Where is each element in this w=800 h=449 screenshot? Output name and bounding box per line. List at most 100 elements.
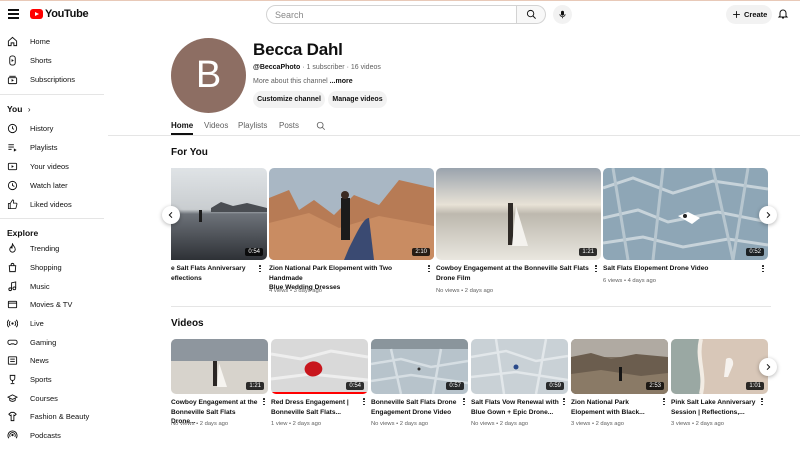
section-title-for-you: For You — [171, 147, 208, 158]
video-meta: No views • 2 days ago — [436, 288, 494, 294]
sidebar-item-live[interactable]: Live — [0, 314, 104, 332]
more-options-icon[interactable] — [662, 398, 666, 407]
shorts-icon — [9, 55, 16, 66]
channel-avatar[interactable]: B — [171, 38, 246, 113]
video-thumbnail[interactable]: 0:54 — [171, 168, 267, 260]
create-button[interactable]: Create — [726, 5, 772, 24]
video-thumbnail[interactable]: 0:54 — [271, 339, 368, 394]
sidebar-item-liked-videos[interactable]: Liked videos — [0, 195, 104, 213]
video-title[interactable]: Pink Salt Lake Anniversary Session | Refl… — [671, 398, 759, 417]
sidebar-label: Playlists — [30, 143, 58, 152]
search-button[interactable] — [517, 5, 546, 24]
video-title[interactable]: e Salt Flats Anniversary eflections — [171, 264, 257, 283]
courses-icon — [7, 394, 18, 402]
chevron-right-icon — [766, 363, 771, 371]
video-thumbnail[interactable]: 0:59 — [471, 339, 568, 394]
more-options-icon[interactable] — [362, 398, 366, 407]
more-options-icon[interactable] — [258, 265, 262, 274]
channel-about[interactable]: More about this channel ...more — [253, 78, 353, 85]
more-options-icon[interactable] — [761, 265, 765, 274]
voice-search-button[interactable] — [553, 5, 572, 24]
sidebar-label: Courses — [30, 394, 58, 403]
sidebar-item-subscriptions[interactable]: Subscriptions — [0, 70, 104, 88]
video-title[interactable]: Zion National Park Elopement with Black..… — [571, 398, 659, 417]
video-title[interactable]: Bonneville Salt Flats Drone Engagement Dr… — [371, 398, 459, 417]
more-options-icon[interactable] — [562, 398, 566, 407]
more-options-icon[interactable] — [427, 265, 431, 274]
sidebar-item-your-videos[interactable]: Your videos — [0, 157, 104, 175]
video-meta: 3 views • 2 days ago — [671, 421, 724, 427]
search-input[interactable]: Search — [266, 5, 517, 24]
menu-icon[interactable] — [8, 9, 19, 19]
sidebar-item-podcasts[interactable]: Podcasts — [0, 426, 104, 444]
sidebar-item-movies-tv[interactable]: Movies & TV — [0, 295, 104, 313]
notifications-button[interactable] — [777, 7, 789, 25]
more-options-icon[interactable] — [262, 398, 266, 407]
sidebar-item-shopping[interactable]: Shopping — [0, 258, 104, 276]
video-thumbnail[interactable]: 1:21 — [436, 168, 601, 260]
thumbnail-image — [603, 168, 768, 260]
channel-meta: @BeccaPhoto · 1 subscriber · 16 videos — [253, 64, 381, 71]
sidebar-item-watch-later[interactable]: Watch later — [0, 176, 104, 194]
sidebar-item-news[interactable]: News — [0, 351, 104, 369]
tab-videos[interactable]: Videos — [204, 121, 228, 130]
tab-home[interactable]: Home — [171, 121, 193, 130]
video-title-line: Salt Flats Vow Renewal with — [471, 399, 559, 406]
video-thumbnail[interactable]: 0:52 — [603, 168, 768, 260]
carousel-next-button[interactable] — [759, 358, 777, 376]
customize-channel-button[interactable]: Customize channel — [253, 91, 325, 108]
video-title-line: Red Dress Engagement | — [271, 399, 349, 406]
chevron-right-icon — [766, 211, 771, 219]
about-more-link[interactable]: ...more — [330, 78, 353, 85]
sidebar-item-trending[interactable]: Trending — [0, 239, 104, 257]
video-title[interactable]: Red Dress Engagement | Bonneville Salt Fl… — [271, 398, 359, 417]
shopping-icon — [8, 262, 17, 273]
video-duration: 0:54 — [245, 248, 263, 256]
video-thumbnail[interactable]: 1:01 — [671, 339, 768, 394]
video-thumbnail[interactable]: 2:53 — [571, 339, 668, 394]
sidebar-item-history[interactable]: History — [0, 119, 104, 137]
sidebar-label: News — [30, 356, 49, 365]
trending-icon — [9, 243, 16, 253]
history-icon — [7, 123, 18, 134]
video-title[interactable]: Salt Flats Vow Renewal with Blue Gown + E… — [471, 398, 559, 417]
sidebar-item-gaming[interactable]: Gaming — [0, 333, 104, 351]
search-icon[interactable] — [316, 121, 326, 131]
video-title-line: Elopement with Black... — [571, 408, 645, 416]
more-options-icon[interactable] — [760, 398, 764, 407]
sidebar-you-heading[interactable]: You › — [7, 104, 30, 114]
sidebar-item-courses[interactable]: Courses — [0, 389, 104, 407]
watch-later-icon — [7, 180, 18, 191]
thumbnail-image — [436, 168, 601, 260]
video-thumbnail[interactable]: 0:57 — [371, 339, 468, 394]
manage-videos-button[interactable]: Manage videos — [328, 91, 387, 108]
sidebar-item-home[interactable]: Home — [0, 32, 104, 50]
sidebar-explore-heading: Explore — [7, 228, 39, 238]
sidebar-item-sports[interactable]: Sports — [0, 370, 104, 388]
news-icon — [7, 356, 18, 365]
video-title[interactable]: Cowboy Engagement at the Bonneville Salt… — [436, 264, 591, 283]
video-meta: 6 views • 4 days ago — [603, 278, 656, 284]
more-options-icon[interactable] — [462, 398, 466, 407]
sidebar-item-fashion-beauty[interactable]: Fashion & Beauty — [0, 407, 104, 425]
channel-name: Becca Dahl — [253, 40, 343, 59]
carousel-next-button[interactable] — [759, 206, 777, 224]
sidebar-item-music[interactable]: Music — [0, 277, 104, 295]
sidebar-item-shorts[interactable]: Shorts — [0, 51, 104, 69]
logo-text: YouTube — [45, 8, 89, 20]
carousel-prev-button[interactable] — [162, 206, 180, 224]
tab-playlists[interactable]: Playlists — [238, 121, 267, 130]
video-title-line: Engagement Drone Video — [371, 408, 452, 416]
sidebar-item-playlists[interactable]: Playlists — [0, 138, 104, 156]
video-thumbnail[interactable]: 1:21 — [171, 339, 268, 394]
bell-icon — [777, 9, 789, 19]
more-options-icon[interactable] — [594, 265, 598, 274]
video-title-line: Pink Salt Lake Anniversary — [671, 399, 756, 406]
tab-posts[interactable]: Posts — [279, 121, 299, 130]
sidebar-label: Sports — [30, 375, 52, 384]
video-title-line: eflections — [171, 274, 202, 282]
sidebar-label: Watch later — [30, 181, 68, 190]
video-title[interactable]: Salt Flats Elopement Drone Video — [603, 264, 758, 274]
youtube-logo[interactable]: YouTube — [30, 8, 89, 20]
video-thumbnail[interactable]: 2:10 — [269, 168, 434, 260]
